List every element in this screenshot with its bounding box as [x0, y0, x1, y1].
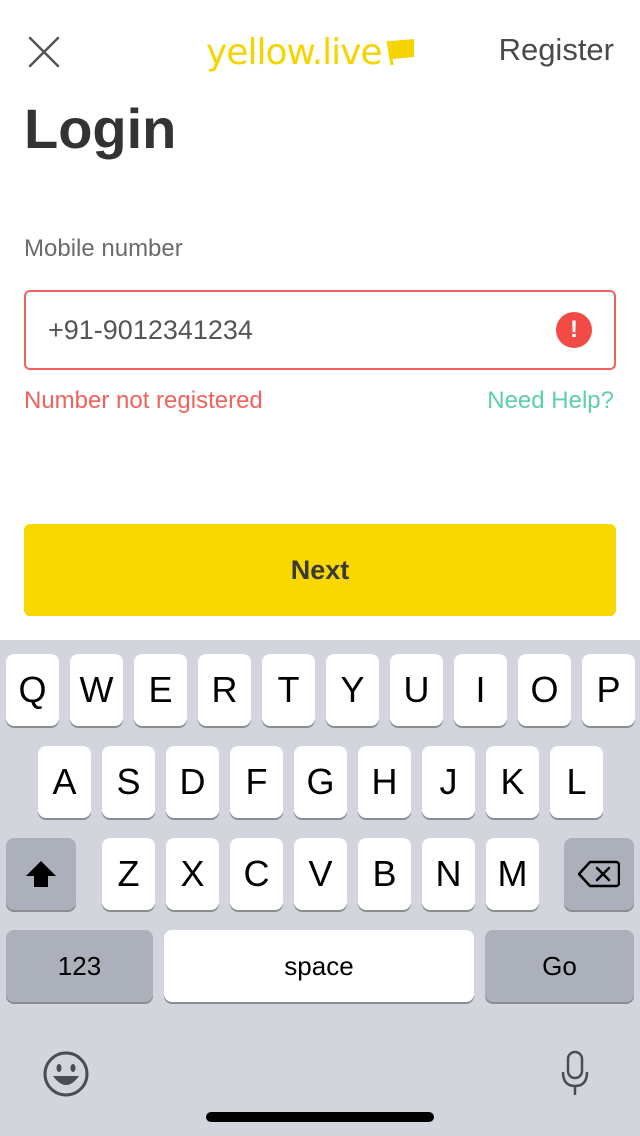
key-k[interactable]: K — [486, 746, 539, 818]
key-l[interactable]: L — [550, 746, 603, 818]
page-title: Login — [24, 97, 177, 160]
next-button[interactable]: Next — [24, 524, 616, 616]
close-button[interactable] — [24, 32, 64, 72]
key-h[interactable]: H — [358, 746, 411, 818]
close-icon — [28, 36, 60, 68]
key-r[interactable]: R — [198, 654, 251, 726]
key-b[interactable]: B — [358, 838, 411, 910]
emoji-button[interactable] — [42, 1050, 90, 1098]
key-i[interactable]: I — [454, 654, 507, 726]
microphone-button[interactable] — [560, 1050, 590, 1098]
shift-icon — [26, 861, 56, 887]
key-f[interactable]: F — [230, 746, 283, 818]
key-j[interactable]: J — [422, 746, 475, 818]
key-n[interactable]: N — [422, 838, 475, 910]
backspace-key[interactable] — [564, 838, 634, 910]
key-s[interactable]: S — [102, 746, 155, 818]
go-key[interactable]: Go — [485, 930, 634, 1002]
app-logo: yellow.live — [206, 28, 418, 76]
key-z[interactable]: Z — [102, 838, 155, 910]
key-g[interactable]: G — [294, 746, 347, 818]
space-key[interactable]: space — [164, 930, 474, 1002]
home-indicator — [206, 1112, 434, 1122]
keyboard: Q W E R T Y U I O P A S D F G H J K L Z … — [0, 640, 640, 1136]
emoji-icon — [43, 1051, 89, 1097]
mobile-number-field[interactable]: ! — [24, 290, 616, 370]
key-q[interactable]: Q — [6, 654, 59, 726]
key-p[interactable]: P — [582, 654, 635, 726]
mobile-number-input[interactable] — [48, 292, 548, 368]
key-u[interactable]: U — [390, 654, 443, 726]
need-help-link[interactable]: Need Help? — [487, 387, 614, 415]
backspace-icon — [578, 860, 620, 888]
microphone-icon — [561, 1050, 589, 1095]
flag-icon — [386, 39, 414, 66]
mobile-number-label: Mobile number — [24, 235, 183, 262]
key-a[interactable]: A — [38, 746, 91, 818]
key-c[interactable]: C — [230, 838, 283, 910]
numbers-key[interactable]: 123 — [6, 930, 153, 1002]
key-t[interactable]: T — [262, 654, 315, 726]
shift-key[interactable] — [6, 838, 76, 910]
logo-text: yellow.live — [206, 31, 383, 73]
key-v[interactable]: V — [294, 838, 347, 910]
key-w[interactable]: W — [70, 654, 123, 726]
register-link[interactable]: Register — [499, 32, 614, 68]
key-m[interactable]: M — [486, 838, 539, 910]
key-o[interactable]: O — [518, 654, 571, 726]
key-d[interactable]: D — [166, 746, 219, 818]
error-icon: ! — [556, 312, 592, 348]
error-message: Number not registered — [24, 387, 263, 414]
key-x[interactable]: X — [166, 838, 219, 910]
key-e[interactable]: E — [134, 654, 187, 726]
key-y[interactable]: Y — [326, 654, 379, 726]
